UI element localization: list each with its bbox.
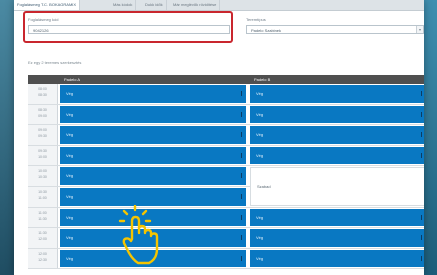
slot-a[interactable]: Vég bbox=[60, 167, 246, 185]
time-label: 09:30 10:00 bbox=[28, 145, 58, 166]
table-row: 11:00 11:30 Vég Vég bbox=[28, 207, 424, 229]
table-row: 09:30 10:00 Vég Vég bbox=[28, 145, 424, 167]
slot-handle-icon[interactable] bbox=[420, 91, 422, 96]
booking-panel: Foglalásmeg T.C. BOKAGRAMIX Más kódok Du… bbox=[14, 0, 424, 275]
time-label: 10:00 10:30 bbox=[28, 166, 58, 186]
court-select[interactable]: Padelo Szabinek ▾ bbox=[246, 25, 424, 34]
slot-handle-icon[interactable] bbox=[240, 173, 242, 179]
slot-handle-icon[interactable] bbox=[420, 132, 422, 138]
slot-handle-icon[interactable] bbox=[240, 152, 242, 158]
slot-handle-icon[interactable] bbox=[420, 111, 422, 117]
table-row: 10:00 10:30 Vég Szabad bbox=[28, 166, 424, 206]
table-row: 08:00 08:30 Vég Vég bbox=[28, 84, 424, 105]
table-row: 09:00 09:30 Vég Vég bbox=[28, 125, 424, 146]
schedule-title: Ez egy 2 teremes szerkesztés bbox=[28, 60, 82, 65]
slot-handle-icon[interactable] bbox=[240, 214, 242, 220]
tap-hand-icon bbox=[118, 205, 159, 265]
slot-a[interactable]: Vég bbox=[60, 85, 246, 103]
slot-handle-icon[interactable] bbox=[240, 91, 242, 96]
highlight-frame bbox=[23, 11, 233, 43]
schedule-grid: 08:00 08:30 Vég Vég 08:30 09:00 Vég Vég 09… bbox=[28, 84, 424, 270]
slot-handle-icon[interactable] bbox=[240, 235, 242, 241]
court-label: Teremtípus bbox=[246, 17, 266, 22]
table-row: 12:00 12:30 Vég Vég bbox=[28, 248, 424, 270]
slot-a[interactable]: Vég bbox=[60, 146, 246, 165]
time-label: 12:00 12:30 bbox=[28, 248, 58, 269]
slot-a[interactable]: Vég bbox=[60, 105, 246, 124]
tab-booking[interactable]: Foglalásmeg T.C. BOKAGRAMIX bbox=[14, 0, 81, 10]
court-select-value: Padelo Szabinek bbox=[251, 28, 282, 33]
column-header-a: Padelo A bbox=[58, 75, 248, 84]
slot-handle-icon[interactable] bbox=[240, 193, 242, 199]
tab-times[interactable]: Dukk idők bbox=[142, 0, 167, 10]
slot-handle-icon[interactable] bbox=[240, 132, 242, 138]
slot-handle-icon[interactable] bbox=[420, 214, 422, 220]
tab-bar: Foglalásmeg T.C. BOKAGRAMIX Más kódok Du… bbox=[14, 0, 424, 11]
time-label: 08:30 09:00 bbox=[28, 104, 58, 125]
slot-handle-icon[interactable] bbox=[420, 235, 422, 241]
slot-b[interactable]: Vég bbox=[250, 229, 424, 247]
column-header-b: Padelo B bbox=[248, 75, 424, 84]
time-label: 11:30 12:00 bbox=[28, 228, 58, 248]
time-header bbox=[28, 75, 58, 84]
tab-existing[interactable]: Már meglévők röviditése bbox=[170, 0, 221, 10]
slot-a[interactable]: Vég bbox=[60, 187, 246, 206]
time-label: 10:30 11:00 bbox=[28, 186, 58, 207]
slot-b[interactable]: Vég bbox=[250, 126, 424, 144]
table-row: 08:30 09:00 Vég Vég bbox=[28, 104, 424, 126]
column-b-label: Padelo B bbox=[254, 77, 271, 82]
slot-b[interactable]: Vég bbox=[250, 249, 424, 268]
slot-handle-icon[interactable] bbox=[420, 255, 422, 261]
slot-b[interactable]: Vég bbox=[250, 208, 424, 227]
slot-handle-icon[interactable] bbox=[240, 111, 242, 117]
table-row: 11:30 12:00 Vég Vég bbox=[28, 228, 424, 249]
slot-a[interactable]: Vég bbox=[60, 126, 246, 144]
time-label: 08:00 08:30 bbox=[28, 84, 58, 104]
chevron-down-icon[interactable]: ▾ bbox=[416, 26, 423, 33]
slot-b[interactable]: Vég bbox=[250, 146, 424, 165]
time-label: 11:00 11:30 bbox=[28, 207, 58, 228]
slot-b-free[interactable]: Szabad bbox=[250, 167, 424, 206]
slot-handle-icon[interactable] bbox=[240, 255, 242, 261]
time-label: 09:00 09:30 bbox=[28, 125, 58, 145]
slot-b[interactable]: Vég bbox=[250, 105, 424, 124]
column-a-label: Padelo A bbox=[64, 77, 81, 82]
slot-handle-icon[interactable] bbox=[420, 152, 422, 158]
tab-other-codes[interactable]: Más kódok bbox=[110, 0, 137, 10]
slot-b[interactable]: Vég bbox=[250, 85, 424, 103]
